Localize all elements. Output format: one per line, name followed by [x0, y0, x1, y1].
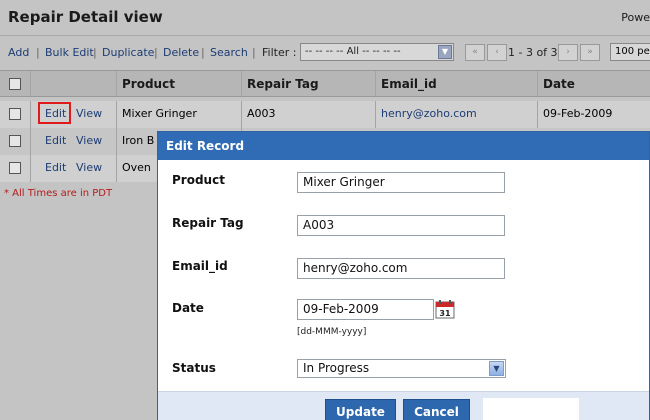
column-header-email[interactable]: Email_id	[376, 71, 538, 96]
view-link[interactable]: View	[76, 101, 102, 127]
per-page-select[interactable]: 100 pe	[610, 43, 650, 61]
column-header-date[interactable]: Date	[538, 71, 650, 96]
view-header: Repair Detail view Powe	[0, 0, 650, 36]
bulk-edit-link[interactable]: Bulk Edit	[45, 46, 94, 59]
prev-page-button[interactable]: ‹	[487, 44, 507, 61]
next-page-button[interactable]: ›	[558, 44, 578, 61]
status-value: In Progress	[303, 361, 370, 375]
highlight-box	[38, 102, 71, 124]
toolbar-separator: |	[252, 46, 256, 59]
edit-link[interactable]: Edit	[45, 155, 66, 181]
row-checkbox[interactable]	[9, 135, 21, 147]
view-link[interactable]: View	[76, 155, 102, 181]
column-header-product[interactable]: Product	[117, 71, 242, 96]
repair-tag-label: Repair Tag	[172, 216, 244, 230]
table-header-row: Product Repair Tag Email_id Date	[0, 70, 650, 97]
status-label: Status	[172, 361, 216, 375]
toolbar: Add | Bulk Edit | Duplicate | Delete | S…	[0, 40, 650, 66]
date-input[interactable]: 09-Feb-2009	[297, 299, 434, 320]
toolbar-separator: |	[36, 46, 40, 59]
chevron-down-icon: ▼	[438, 45, 452, 59]
date-cell: 09-Feb-2009	[543, 107, 613, 120]
product-label: Product	[172, 173, 225, 187]
update-button[interactable]: Update	[325, 399, 396, 420]
calendar-icon[interactable]: 31	[435, 299, 455, 319]
timezone-note: * All Times are in PDT	[4, 188, 113, 199]
page-title: Repair Detail view	[8, 8, 163, 26]
toolbar-separator: |	[201, 46, 205, 59]
footer-blank-area	[483, 398, 579, 420]
edit-link[interactable]: Edit	[45, 128, 66, 154]
filter-value: -- -- -- -- All -- -- -- --	[305, 46, 401, 57]
repair-tag-cell: A003	[242, 101, 376, 128]
row-select-cell	[0, 155, 31, 182]
product-input[interactable]: Mixer Gringer	[297, 172, 505, 193]
delete-link[interactable]: Delete	[163, 46, 199, 59]
row-select-cell	[0, 128, 31, 155]
repair-tag-input[interactable]: A003	[297, 215, 505, 236]
view-link[interactable]: View	[76, 128, 102, 154]
email-input[interactable]: henry@zoho.com	[297, 258, 505, 279]
chevron-down-icon: ▼	[489, 361, 504, 376]
filter-select[interactable]: -- -- -- -- All -- -- -- -- ▼	[300, 43, 454, 61]
first-page-button[interactable]: «	[465, 44, 485, 61]
filter-label: Filter :	[262, 46, 297, 59]
product-cell: Mixer Gringer	[117, 101, 242, 128]
toolbar-separator: |	[93, 46, 97, 59]
edit-record-dialog: Edit Record Product Mixer Gringer Repair…	[157, 131, 650, 420]
date-label: Date	[172, 301, 204, 315]
status-select[interactable]: In Progress ▼	[297, 359, 506, 378]
calendar-day-text: 31	[439, 309, 451, 318]
email-link[interactable]: henry@zoho.com	[376, 101, 538, 128]
row-select-cell	[0, 101, 31, 128]
cancel-button[interactable]: Cancel	[403, 399, 470, 420]
email-label: Email_id	[172, 259, 228, 273]
column-header-repair-tag[interactable]: Repair Tag	[242, 71, 376, 96]
table-row: Edit View Mixer Gringer A003 henry@zoho.…	[0, 101, 650, 128]
row-actions: Edit View	[31, 155, 117, 182]
dialog-title: Edit Record	[158, 132, 649, 160]
last-page-button[interactable]: »	[580, 44, 600, 61]
select-all-checkbox[interactable]	[9, 78, 21, 90]
select-all-cell	[0, 71, 31, 96]
actions-header	[31, 71, 117, 96]
date-format-hint: [dd-MMM-yyyy]	[297, 327, 367, 337]
row-actions: Edit View	[31, 128, 117, 155]
row-checkbox[interactable]	[9, 108, 21, 120]
add-link[interactable]: Add	[8, 46, 29, 59]
duplicate-link[interactable]: Duplicate	[102, 46, 154, 59]
powered-by-text: Powe	[621, 11, 650, 24]
row-checkbox[interactable]	[9, 162, 21, 174]
toolbar-separator: |	[154, 46, 158, 59]
page-range: 1 - 3 of 3	[508, 46, 558, 59]
search-link[interactable]: Search	[210, 46, 248, 59]
